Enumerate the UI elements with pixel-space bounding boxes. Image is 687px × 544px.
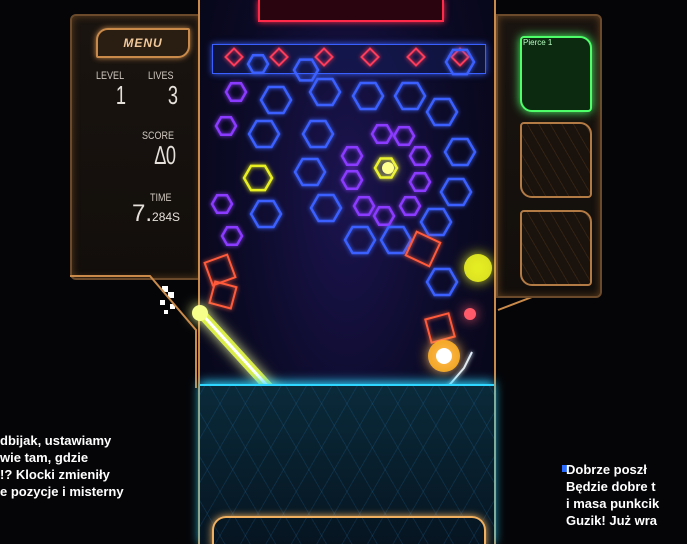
hexagon-brick <box>308 77 342 107</box>
hexagon-bricks <box>210 48 477 297</box>
hexagon-brick <box>210 194 234 214</box>
hexagon-brick <box>408 172 432 192</box>
hexagon-brick <box>247 119 281 149</box>
hexagon-brick <box>398 196 422 216</box>
hexagon-brick <box>340 146 364 166</box>
red-diamond-icon <box>360 47 380 67</box>
hexagon-brick <box>419 207 453 237</box>
explosion-effect <box>428 254 492 372</box>
hexagon-brick <box>372 206 396 226</box>
bottom-launcher <box>212 516 486 544</box>
caption-right: Dobrze poszł Będzie dobre t i masa punkc… <box>566 462 660 528</box>
hexagon-brick <box>340 170 364 190</box>
square-bricks <box>203 230 456 344</box>
hexagon-brick <box>220 226 244 246</box>
red-diamond-row <box>224 47 470 67</box>
hexagon-brick <box>443 137 477 167</box>
hexagon-brick <box>351 81 385 111</box>
hexagon-brick <box>214 116 238 136</box>
hexagon-brick <box>293 157 327 187</box>
card-label: Pierce 1 <box>523 38 553 47</box>
hexagon-brick <box>242 164 274 192</box>
square-brick <box>424 312 456 344</box>
hexagon-brick <box>393 81 427 111</box>
hexagon-brick <box>408 146 432 166</box>
hexagon-brick <box>439 177 473 207</box>
square-brick <box>404 230 442 268</box>
square-brick <box>203 253 237 287</box>
hexagon-brick <box>425 97 459 127</box>
hexagon-brick <box>292 58 320 82</box>
red-diamond-icon <box>269 47 289 67</box>
hexagon-brick <box>425 267 459 297</box>
card-slot-2[interactable] <box>520 122 592 198</box>
red-diamond-icon <box>314 47 334 67</box>
ball <box>382 162 394 174</box>
card-slot-3[interactable] <box>520 210 592 286</box>
hexagon-brick <box>352 196 376 216</box>
card-slot-1[interactable] <box>520 36 592 112</box>
hexagon-brick <box>309 193 343 223</box>
hexagon-brick <box>343 225 377 255</box>
hexagon-brick <box>444 48 476 76</box>
hexagon-brick <box>379 225 413 255</box>
red-diamond-icon <box>224 47 244 67</box>
hexagon-brick <box>301 119 335 149</box>
left-frame-arm <box>70 275 197 388</box>
hexagon-brick <box>249 199 283 229</box>
hexagon-brick <box>392 126 416 146</box>
hexagon-brick <box>246 54 270 74</box>
hexagon-brick <box>370 124 394 144</box>
caption-left: dbijak, ustawiamy wie tam, gdzie !? Kloc… <box>0 433 124 499</box>
red-diamond-icon <box>406 47 426 67</box>
hexagon-brick <box>224 82 248 102</box>
square-brick <box>208 280 238 310</box>
hexagon-brick <box>259 85 293 115</box>
game-screen: MENU LEVEL 1 LIVES 3 SCORE ∆0 TIME 7.284… <box>0 0 687 544</box>
